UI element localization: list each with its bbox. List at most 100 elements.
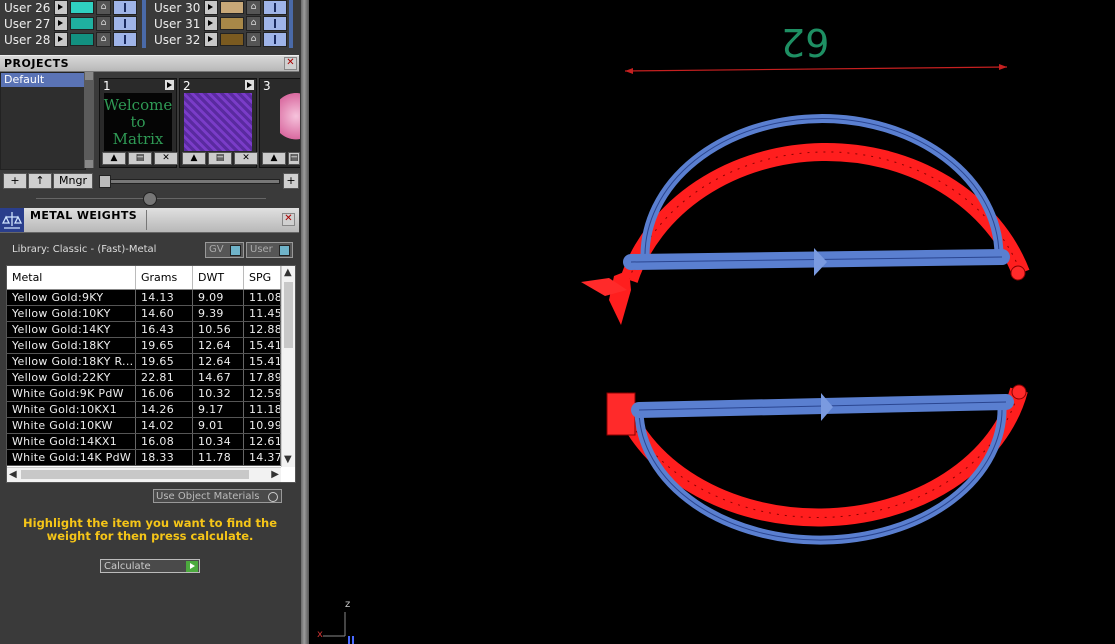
user-layer-row[interactable]: User 30 ⌂ — [150, 0, 287, 15]
visibility-toggle[interactable] — [263, 16, 287, 31]
save-icon[interactable]: ▤ — [288, 152, 300, 165]
table-row[interactable]: White Gold:9K PdW 16.06 10.32 12.59 — [7, 386, 281, 402]
user-toggle[interactable]: User — [246, 242, 293, 258]
cell-grams: 19.65 — [136, 354, 193, 369]
table-row[interactable]: Yellow Gold:10KY 14.60 9.39 11.45 — [7, 306, 281, 322]
gv-toggle[interactable]: GV — [205, 242, 244, 258]
scroll-up-icon[interactable]: ▲ — [284, 267, 292, 279]
user-layer-row[interactable]: User 26 ⌂ — [0, 0, 137, 15]
lock-icon[interactable]: ⌂ — [246, 32, 261, 47]
table-row[interactable]: Yellow Gold:14KY 16.43 10.56 12.88 — [7, 322, 281, 338]
save-icon[interactable]: ▤ — [128, 152, 152, 165]
project-list-item[interactable]: Default — [1, 73, 85, 87]
column-header-spg[interactable]: SPG — [244, 266, 281, 289]
expand-arrow-icon[interactable] — [204, 32, 218, 47]
scroll-down-icon[interactable] — [85, 160, 93, 168]
play-icon[interactable] — [165, 80, 174, 90]
play-icon[interactable] — [245, 80, 254, 90]
table-row[interactable]: White Gold:14KX1 16.08 10.34 12.61 — [7, 434, 281, 450]
layer-color-swatch[interactable] — [220, 17, 244, 30]
lock-icon[interactable]: ⌂ — [96, 32, 111, 47]
cell-metal: Yellow Gold:22KY — [7, 370, 136, 385]
calculate-button[interactable]: Calculate — [100, 559, 200, 573]
save-icon[interactable]: ▤ — [208, 152, 232, 165]
header-divider — [146, 210, 147, 230]
thumbnail-slider-track[interactable] — [100, 179, 280, 184]
user-layer-row[interactable]: User 31 ⌂ — [150, 16, 287, 31]
expand-arrow-icon[interactable] — [54, 16, 68, 31]
table-row[interactable]: Yellow Gold:18KY R... 19.65 12.64 15.41 — [7, 354, 281, 370]
metal-weights-header: METAL WEIGHTS ✕ — [0, 208, 299, 233]
projects-header: PROJECTS ✕ — [0, 55, 299, 72]
use-object-materials-label: Use Object Materials — [156, 491, 260, 502]
upload-icon[interactable]: ▲ — [102, 152, 126, 165]
3d-viewport[interactable]: 62 z x — [309, 0, 1115, 644]
close-icon[interactable]: ✕ — [284, 57, 297, 70]
table-horizontal-scrollbar[interactable]: ◀ ▶ — [7, 467, 281, 482]
panel-splitter[interactable] — [301, 0, 309, 644]
cell-grams: 16.06 — [136, 386, 193, 401]
expand-arrow-icon[interactable] — [204, 16, 218, 31]
layer-color-swatch[interactable] — [220, 33, 244, 46]
table-row[interactable]: Yellow Gold:18KY 19.65 12.64 15.41 — [7, 338, 281, 354]
visibility-toggle[interactable] — [263, 32, 287, 47]
column-header-grams[interactable]: Grams — [136, 266, 193, 289]
lock-icon[interactable]: ⌂ — [246, 16, 261, 31]
add-project-button[interactable]: + — [3, 173, 27, 189]
move-up-button[interactable]: ↑ — [28, 173, 52, 189]
lock-icon[interactable]: ⌂ — [96, 0, 111, 15]
layer-color-swatch[interactable] — [70, 33, 94, 46]
cell-spg: 12.88 — [244, 322, 281, 337]
scroll-right-icon[interactable]: ▶ — [271, 469, 279, 481]
visibility-toggle[interactable] — [113, 32, 137, 47]
use-object-materials-option[interactable]: Use Object Materials — [153, 489, 282, 503]
table-row[interactable]: White Gold:10KX1 14.26 9.17 11.18 — [7, 402, 281, 418]
cell-spg: 17.89 — [244, 370, 281, 385]
layer-color-swatch[interactable] — [70, 17, 94, 30]
user-layer-row[interactable]: User 32 ⌂ — [150, 32, 287, 47]
project-thumbnail[interactable]: 1 Welcome to Matrix ▲ ▤ ✕ — [99, 78, 178, 168]
column-header-metal[interactable]: Metal — [7, 266, 136, 289]
manager-button[interactable]: Mngr — [53, 173, 93, 189]
thumbnail-actions: ▲ ▤ ✕ — [182, 152, 258, 165]
layer-color-swatch[interactable] — [220, 1, 244, 14]
project-list-scrollbar[interactable] — [84, 72, 94, 168]
table-row[interactable]: White Gold:10KW 14.02 9.01 10.99 — [7, 418, 281, 434]
upload-icon[interactable]: ▲ — [182, 152, 206, 165]
scroll-down-icon[interactable]: ▼ — [284, 454, 292, 466]
cell-spg: 11.08 — [244, 290, 281, 305]
radio-icon[interactable] — [268, 492, 278, 502]
visibility-toggle[interactable] — [113, 0, 137, 15]
project-thumbnail[interactable]: 3 ▲ ▤ — [259, 78, 300, 168]
expand-arrow-icon[interactable] — [204, 0, 218, 15]
lock-icon[interactable]: ⌂ — [246, 0, 261, 15]
collapse-handle[interactable] — [143, 192, 157, 206]
scroll-left-icon[interactable]: ◀ — [9, 469, 17, 481]
table-row[interactable]: Yellow Gold:9KY 14.13 9.09 11.08 — [7, 290, 281, 306]
user-layer-row[interactable]: User 28 ⌂ — [0, 32, 137, 47]
delete-icon[interactable]: ✕ — [154, 152, 178, 165]
expand-arrow-icon[interactable] — [54, 0, 68, 15]
column-header-dwt[interactable]: DWT — [193, 266, 244, 289]
delete-icon[interactable]: ✕ — [234, 152, 258, 165]
scrollbar-thumb[interactable] — [284, 282, 293, 348]
project-thumbnail[interactable]: 2 ▲ ▤ ✕ — [179, 78, 258, 168]
user-layer-row[interactable]: User 27 ⌂ — [0, 16, 137, 31]
play-icon[interactable] — [186, 561, 198, 572]
visibility-toggle[interactable] — [113, 16, 137, 31]
thumbnail-slider-handle[interactable] — [99, 175, 111, 188]
zoom-in-button[interactable]: + — [283, 173, 299, 189]
expand-arrow-icon[interactable] — [54, 32, 68, 47]
upload-icon[interactable]: ▲ — [262, 152, 286, 165]
scrollbar-thumb[interactable] — [21, 470, 249, 479]
visibility-toggle[interactable] — [263, 0, 287, 15]
lock-icon[interactable]: ⌂ — [96, 16, 111, 31]
layer-panel-edge — [289, 0, 293, 48]
library-label: Library: Classic - (Fast)-Metal — [12, 244, 157, 255]
layer-color-swatch[interactable] — [70, 1, 94, 14]
table-row[interactable]: Yellow Gold:22KY 22.81 14.67 17.89 — [7, 370, 281, 386]
table-vertical-scrollbar[interactable]: ▲ ▼ — [281, 266, 295, 467]
scroll-up-icon[interactable] — [85, 72, 93, 80]
table-row[interactable]: White Gold:14K PdW 18.33 11.78 14.37 — [7, 450, 281, 466]
close-icon[interactable]: ✕ — [282, 213, 295, 226]
